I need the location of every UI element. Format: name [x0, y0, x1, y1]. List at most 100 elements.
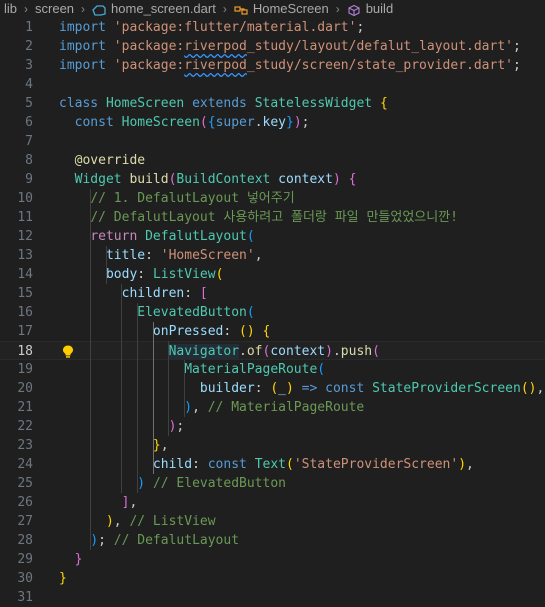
code-token: DefalutLayout	[145, 229, 247, 244]
line-number: 23	[17, 438, 33, 453]
code-editor[interactable]: 1 import 'package:flutter/material.dart';…	[0, 17, 545, 607]
code-token: StatelessWidget	[254, 96, 373, 111]
code-line[interactable]: 18 Navigator.of(context).push(	[0, 341, 545, 360]
dart-file-icon	[92, 4, 106, 16]
code-token: ,	[129, 495, 138, 510]
code-line[interactable]: 28 ); // DefalutLayout	[0, 531, 545, 550]
code-line[interactable]: 15 children: [	[0, 284, 545, 303]
code-token: :	[184, 286, 200, 301]
code-line[interactable]: 22 );	[0, 417, 545, 436]
code-token: riverpod	[184, 39, 247, 54]
code-text[interactable]: // DefalutLayout 사용하려고 폴더랑 파일 만들었었으니깐!	[59, 208, 458, 227]
code-text[interactable]: @override	[59, 151, 145, 170]
code-token: build	[129, 172, 169, 187]
breadcrumb-screen[interactable]: screen	[35, 1, 74, 16]
code-token: }	[59, 571, 67, 586]
code-token: return	[90, 229, 138, 244]
code-text[interactable]: MaterialPageRoute(	[59, 360, 325, 379]
line-number: 27	[17, 514, 33, 529]
code-line[interactable]: 6 const HomeScreen({super.key});	[0, 113, 545, 132]
code-token: )	[90, 533, 99, 548]
code-line[interactable]: 26 ],	[0, 493, 545, 512]
code-text[interactable]: const HomeScreen({super.key});	[59, 113, 310, 132]
code-line[interactable]: 13 title: 'HomeScreen',	[0, 246, 545, 265]
code-token: )	[458, 457, 467, 472]
code-text[interactable]: // 1. DefalutLayout 넣어주기	[59, 189, 294, 208]
code-token: {	[262, 324, 271, 339]
code-line[interactable]: 11 // DefalutLayout 사용하려고 폴더랑 파일 만들었었으니깐…	[0, 208, 545, 227]
code-line[interactable]: 2 import 'package:riverpod_study/layout/d…	[0, 37, 545, 56]
code-line[interactable]: 10 // 1. DefalutLayout 넣어주기	[0, 189, 545, 208]
code-token: push	[340, 344, 373, 359]
code-token: const	[325, 381, 365, 396]
line-number: 8	[25, 153, 33, 168]
code-text[interactable]: ), // ListView	[59, 512, 216, 531]
code-token: }	[152, 438, 161, 453]
code-line[interactable]: 1 import 'package:flutter/material.dart';	[0, 18, 545, 37]
code-line[interactable]: 24 child: const Text('StateProviderScree…	[0, 455, 545, 474]
code-line[interactable]: 25 ) // ElevatedButton	[0, 474, 545, 493]
code-token: ;	[512, 58, 521, 73]
code-line[interactable]: 31	[0, 588, 545, 607]
code-line[interactable]: 20 builder: (_) => const StateProviderSc…	[0, 379, 545, 398]
code-text[interactable]: import 'package:flutter/material.dart';	[59, 18, 364, 37]
code-line[interactable]: 8 @override	[0, 151, 545, 170]
breadcrumb-class[interactable]: HomeScreen	[253, 1, 329, 16]
breadcrumb-method[interactable]: build	[366, 1, 393, 16]
code-line[interactable]: 23 },	[0, 436, 545, 455]
code-text[interactable]: ElevatedButton(	[59, 303, 254, 322]
code-text[interactable]: class HomeScreen extends StatelessWidget…	[59, 94, 388, 113]
code-token: import	[59, 58, 106, 73]
code-token: :	[192, 457, 208, 472]
code-text[interactable]: import 'package:riverpod_study/screen/st…	[59, 56, 521, 75]
code-text[interactable]: ); // DefalutLayout	[59, 531, 239, 550]
code-line[interactable]: 30}	[0, 569, 545, 588]
code-line[interactable]: 29 }	[0, 550, 545, 569]
code-text[interactable]: ), // MaterialPageRoute	[59, 398, 364, 417]
code-token: ;	[356, 20, 365, 35]
line-number: 19	[17, 362, 33, 377]
code-text[interactable]: return DefalutLayout(	[59, 227, 254, 246]
code-line[interactable]: 21 ), // MaterialPageRoute	[0, 398, 545, 417]
code-text[interactable]: import 'package:riverpod_study/layout/de…	[59, 37, 521, 56]
code-token: HomeScreen	[105, 96, 185, 111]
code-line[interactable]: 19 MaterialPageRoute(	[0, 360, 545, 379]
code-text[interactable]: Navigator.of(context).push(	[59, 342, 380, 361]
code-token: // ListView	[129, 514, 216, 529]
code-text[interactable]: children: [	[59, 284, 208, 303]
breadcrumb-lib[interactable]: lib	[4, 1, 17, 16]
line-number: 13	[17, 248, 33, 263]
code-line[interactable]: 4	[0, 75, 545, 94]
code-text[interactable]: body: ListView(	[59, 265, 223, 284]
line-number: 17	[17, 324, 33, 339]
code-token: 'package:	[113, 39, 185, 54]
lightbulb-icon[interactable]	[62, 345, 74, 358]
code-text[interactable]: }	[59, 569, 67, 588]
code-line[interactable]: 12 return DefalutLayout(	[0, 227, 545, 246]
code-line[interactable]: 7	[0, 132, 545, 151]
code-text[interactable]: ],	[59, 493, 138, 512]
code-token: import	[59, 20, 106, 35]
code-line[interactable]: 17 onPressed: () {	[0, 322, 545, 341]
code-text[interactable]: Widget build(BuildContext context) {	[59, 170, 357, 189]
code-text[interactable]: builder: (_) => const StateProviderScree…	[59, 379, 544, 398]
line-number: 1	[25, 20, 33, 35]
code-token: )	[105, 514, 114, 529]
breadcrumb-file[interactable]: home_screen.dart	[111, 1, 216, 16]
code-line[interactable]: 27 ), // ListView	[0, 512, 545, 531]
code-token: const	[74, 115, 114, 130]
code-line[interactable]: 16 ElevatedButton(	[0, 303, 545, 322]
code-line[interactable]: 14 body: ListView(	[0, 265, 545, 284]
code-text[interactable]: }	[59, 550, 83, 569]
code-line[interactable]: 9 Widget build(BuildContext context) {	[0, 170, 545, 189]
code-text[interactable]: ) // ElevatedButton	[59, 474, 286, 493]
code-line[interactable]: 5 class HomeScreen extends StatelessWidge…	[0, 94, 545, 113]
code-line[interactable]: 3 import 'package:riverpod_study/screen/s…	[0, 56, 545, 75]
